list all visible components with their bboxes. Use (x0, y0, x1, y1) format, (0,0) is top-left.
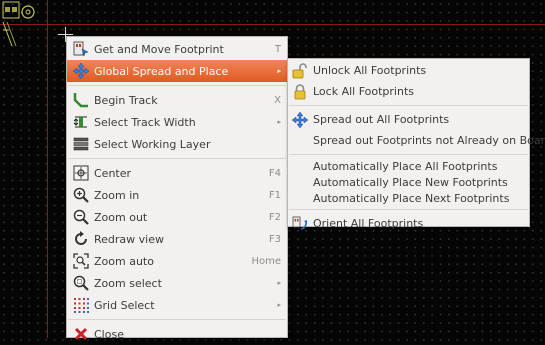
menu-item-label: Zoom in (94, 188, 140, 202)
menu-separator (68, 158, 286, 159)
track-icon (73, 92, 89, 108)
close-icon (73, 326, 89, 342)
menu-item-label: Redraw view (94, 232, 164, 246)
menu-item-shortcut: Home (251, 255, 281, 267)
menu-item-shortcut: F3 (268, 233, 281, 245)
board-edge-line (47, 0, 48, 338)
menu-item-label: Zoom out (94, 210, 148, 224)
menu-item-global-spread-and-place[interactable]: Global Spread and Place ▸ (67, 60, 287, 82)
submenu-item-automatically-place-next-footprints[interactable]: Automatically Place Next Footprints (288, 190, 529, 206)
submenu-item-label: Unlock All Footprints (313, 64, 427, 77)
center-icon (73, 165, 89, 181)
redraw-icon (73, 231, 89, 247)
submenu-item-orient-all-footprints[interactable]: Orient All Footprints (288, 213, 529, 234)
submenu-item-unlock-all-footprints[interactable]: Unlock All Footprints (288, 60, 529, 81)
menu-item-label: Select Track Width (94, 115, 196, 129)
menu-item-shortcut: X (274, 94, 281, 106)
lock-icon (292, 83, 308, 100)
spread-icon (292, 111, 308, 128)
menu-item-zoom-auto[interactable]: Zoom auto Home (67, 250, 287, 272)
submenu-item-label: Spread out All Footprints (313, 113, 450, 126)
menu-item-label: Zoom auto (94, 254, 154, 268)
submenu-arrow-icon: ▸ (277, 67, 281, 75)
menu-item-zoom-in[interactable]: Zoom in F1 (67, 184, 287, 206)
submenu-item-lock-all-footprints[interactable]: Lock All Footprints (288, 81, 529, 102)
submenu-item-label: Automatically Place All Footprints (313, 159, 498, 173)
submenu-item-spread-out-all-footprints[interactable]: Spread out All Footprints (288, 109, 529, 130)
menu-separator (68, 319, 286, 320)
move-footprint-icon (73, 41, 89, 57)
zoom-in-icon (73, 187, 89, 203)
orient-icon (292, 216, 308, 232)
menu-item-shortcut: T (274, 43, 281, 55)
submenu-item-label: Spread out Footprints not Already on Boa… (313, 134, 545, 147)
menu-item-zoom-select[interactable]: Zoom select ▸ (67, 272, 287, 294)
menu-item-shortcut: F2 (268, 211, 281, 223)
spread-and-place-submenu: Unlock All Footprints Lock All Footprint… (287, 58, 545, 230)
layer-stack-icon (73, 136, 89, 152)
submenu-arrow-icon: ▸ (277, 301, 281, 309)
track-width-icon (73, 114, 89, 130)
menu-separator (289, 105, 528, 106)
menu-item-shortcut: F1 (268, 189, 281, 201)
spread-place-icon (73, 63, 89, 79)
submenu-item-automatically-place-all-footprints[interactable]: Automatically Place All Footprints (288, 158, 529, 174)
menu-item-zoom-out[interactable]: Zoom out F2 (67, 206, 287, 228)
menu-item-select-track-width[interactable]: Select Track Width ▸ (67, 111, 287, 133)
submenu-item-spread-out-footprints-not-on-board[interactable]: Spread out Footprints not Already on Boa… (288, 130, 545, 151)
menu-item-redraw-view[interactable]: Redraw view F3 (67, 228, 287, 250)
menu-item-label: Grid Select (94, 298, 155, 312)
submenu-arrow-icon: ▸ (277, 118, 281, 126)
menu-separator (289, 154, 528, 155)
submenu-item-label: Automatically Place Next Footprints (313, 191, 510, 205)
menu-item-close[interactable]: Close (67, 323, 287, 345)
menu-item-label: Begin Track (94, 93, 158, 107)
zoom-auto-icon (73, 253, 89, 269)
zoom-select-icon (73, 275, 89, 291)
submenu-item-automatically-place-new-footprints[interactable]: Automatically Place New Footprints (288, 174, 529, 190)
menu-separator (68, 85, 286, 86)
menu-separator (289, 209, 528, 210)
menu-item-begin-track[interactable]: Begin Track X (67, 89, 287, 111)
submenu-item-label: Automatically Place New Footprints (313, 175, 508, 189)
context-menu: Get and Move Footprint T Global Spread a… (66, 36, 288, 341)
menu-item-get-and-move-footprint[interactable]: Get and Move Footprint T (67, 38, 287, 60)
menu-item-select-working-layer[interactable]: Select Working Layer (67, 133, 287, 155)
footprint-graphic[interactable] (0, 0, 40, 48)
grid-icon (73, 297, 89, 313)
submenu-arrow-icon: ▸ (277, 279, 281, 287)
menu-item-grid-select[interactable]: Grid Select ▸ (67, 294, 287, 316)
menu-item-label: Close (94, 327, 124, 341)
menu-item-label: Get and Move Footprint (94, 42, 224, 56)
menu-item-label: Global Spread and Place (94, 64, 229, 78)
menu-item-label: Zoom select (94, 276, 162, 290)
menu-item-center[interactable]: Center F4 (67, 162, 287, 184)
submenu-item-label: Lock All Footprints (313, 85, 414, 98)
zoom-out-icon (73, 209, 89, 225)
unlock-icon (292, 62, 308, 79)
submenu-item-label: Orient All Footprints (313, 217, 424, 230)
board-edge-line (0, 24, 545, 25)
menu-item-label: Center (94, 166, 132, 180)
menu-item-label: Select Working Layer (94, 137, 211, 151)
menu-item-shortcut: F4 (268, 167, 281, 179)
